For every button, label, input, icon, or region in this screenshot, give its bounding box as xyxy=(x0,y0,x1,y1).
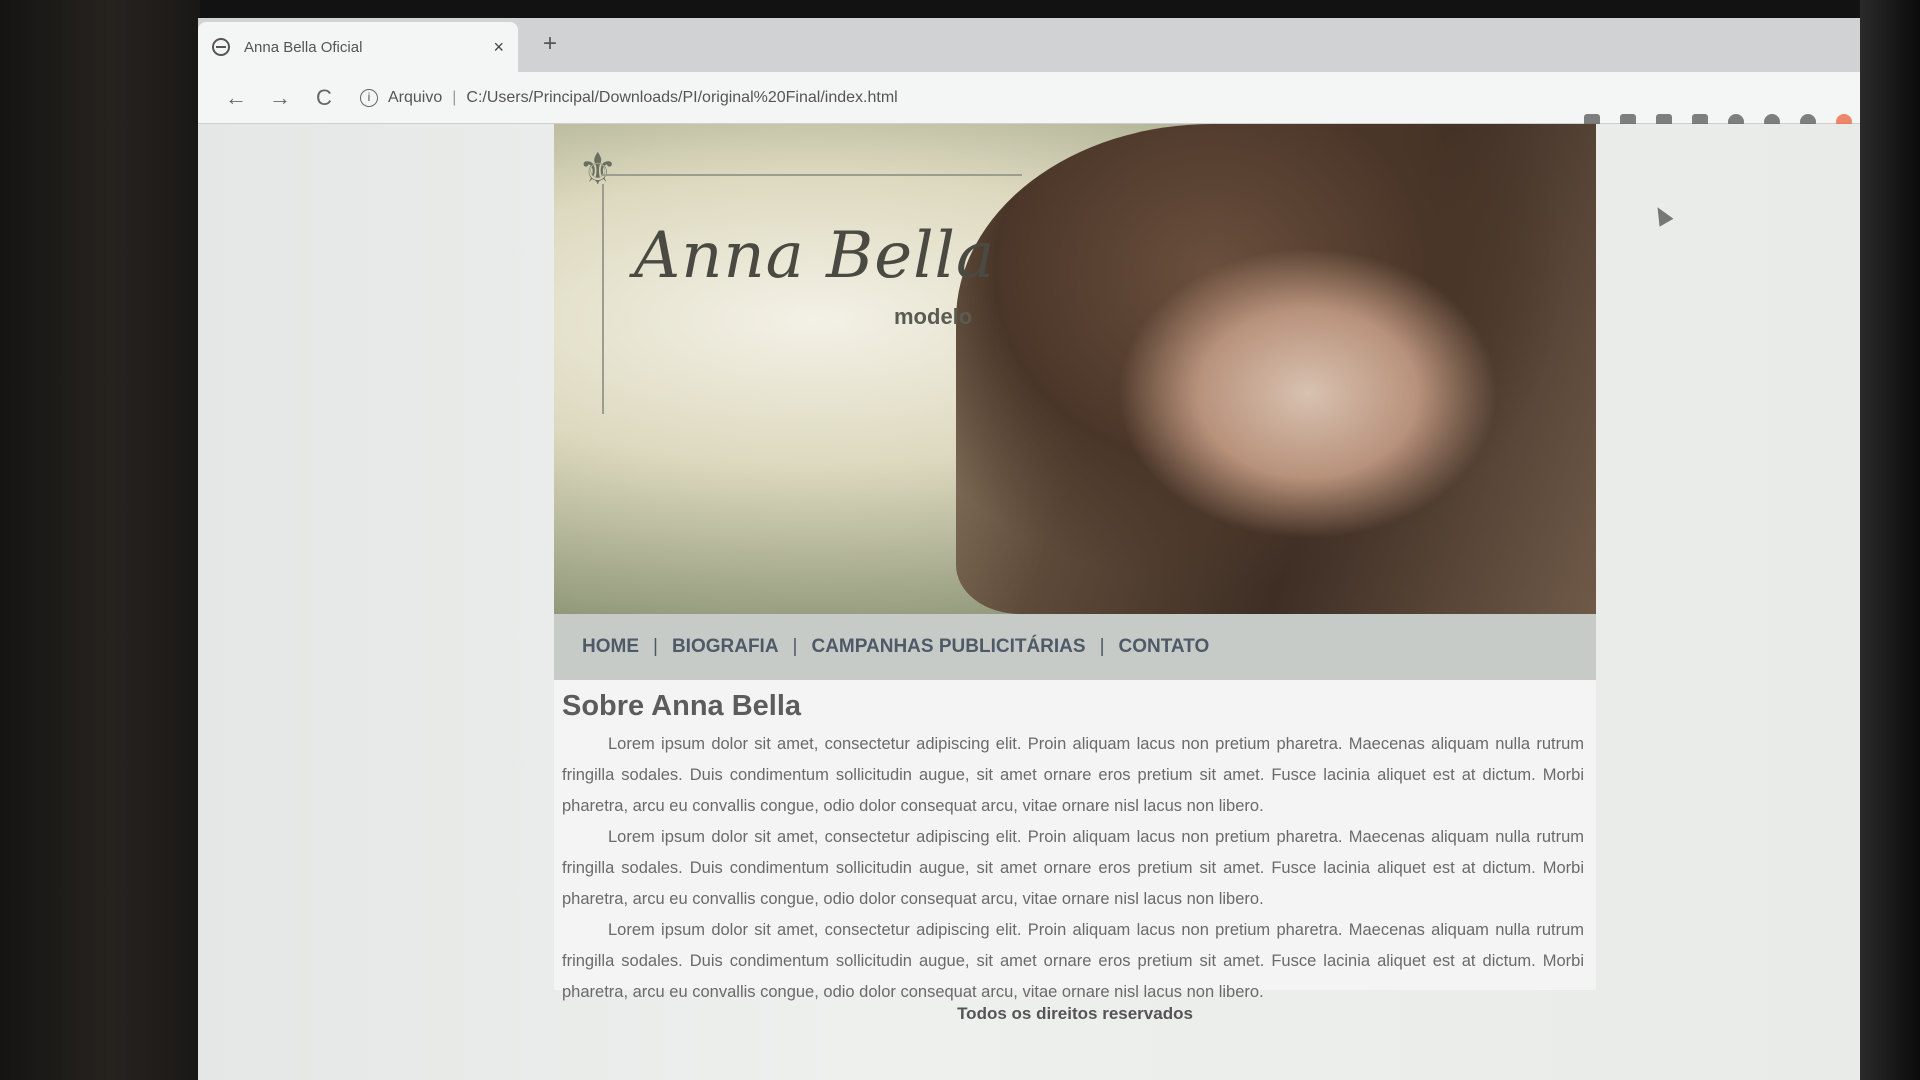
monitor-bezel-right xyxy=(1860,0,1920,1080)
monitor-bezel-left xyxy=(0,0,200,1080)
tab-title: Anna Bella Oficial xyxy=(244,38,363,56)
footer-text: Todos os direitos reservados xyxy=(957,1004,1193,1023)
info-icon[interactable]: i xyxy=(360,88,378,107)
page-title: Sobre Anna Bella xyxy=(562,690,802,722)
nav-separator: | xyxy=(653,636,658,657)
new-tab-button[interactable]: + xyxy=(543,30,557,58)
forward-button[interactable]: → xyxy=(258,85,302,111)
main-nav: HOME | BIOGRAFIA | CAMPANHAS PUBLICITÁRI… xyxy=(554,614,1596,680)
site-logo-text: Anna Bella xyxy=(634,219,996,293)
paragraph: Lorem ipsum dolor sit amet, consectetur … xyxy=(562,921,1584,1001)
browser-window: Anna Bella Oficial × + ← → C i Arquivo |… xyxy=(198,18,1860,1080)
site-logo-subtitle: modelo xyxy=(894,304,973,329)
nav-campanhas[interactable]: CAMPANHAS PUBLICITÁRIAS xyxy=(811,636,1085,658)
decorative-line xyxy=(602,174,1022,176)
monitor-bezel-top xyxy=(0,0,1920,20)
address-bar[interactable]: i Arquivo | C:/Users/Principal/Downloads… xyxy=(360,88,898,107)
paragraph: Lorem ipsum dolor sit amet, consectetur … xyxy=(562,828,1584,908)
site-page: ⚜ Anna Bella modelo HOME | BIOGRAFIA | C… xyxy=(554,124,1596,1080)
url-text[interactable]: C:/Users/Principal/Downloads/PI/original… xyxy=(466,89,897,107)
nav-separator: | xyxy=(1099,636,1105,657)
paragraph: Lorem ipsum dolor sit amet, consectetur … xyxy=(562,735,1584,815)
tab-strip: Anna Bella Oficial × + xyxy=(198,18,1860,72)
scheme-label: Arquivo xyxy=(388,88,443,106)
model-photo xyxy=(956,124,1596,614)
reload-button[interactable]: C xyxy=(302,85,346,111)
page-viewport: ⚜ Anna Bella modelo HOME | BIOGRAFIA | C… xyxy=(198,124,1860,1080)
tab-anna-bella[interactable]: Anna Bella Oficial × xyxy=(198,22,518,72)
about-section: Sobre Anna Bella Lorem ipsum dolor sit a… xyxy=(554,680,1596,1001)
back-button[interactable]: ← xyxy=(214,85,258,111)
globe-icon xyxy=(212,38,230,56)
decorative-line xyxy=(602,184,604,414)
nav-biografia[interactable]: BIOGRAFIA xyxy=(672,636,779,658)
nav-separator: | xyxy=(792,636,798,657)
address-separator: | xyxy=(452,88,457,106)
nav-contato[interactable]: CONTATO xyxy=(1119,636,1210,658)
fleur-de-lis-icon: ⚜ xyxy=(578,144,618,195)
header-banner: ⚜ Anna Bella modelo xyxy=(554,124,1596,614)
nav-home[interactable]: HOME xyxy=(582,636,639,658)
close-icon[interactable]: × xyxy=(493,37,504,58)
